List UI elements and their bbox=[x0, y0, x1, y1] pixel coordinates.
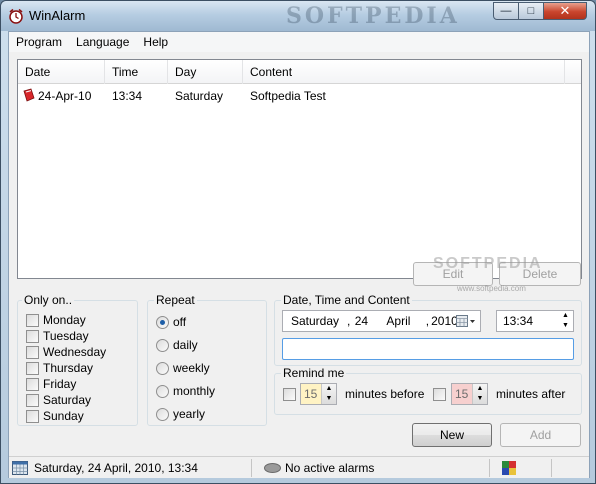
row-time: 13:34 bbox=[112, 89, 143, 103]
calendar-dropdown-icon[interactable] bbox=[456, 315, 476, 328]
remind-after-spinner[interactable]: ▲ ▼ bbox=[472, 384, 487, 404]
app-window: WinAlarm SOFTPEDIA — □ ✕ Program Languag… bbox=[0, 0, 596, 484]
status-bar: Saturday, 24 April, 2010, 13:34 No activ… bbox=[9, 456, 589, 478]
minimize-button[interactable]: — bbox=[493, 2, 519, 20]
menu-bar: Program Language Help bbox=[9, 32, 589, 52]
alarm-list[interactable]: Date Time Day Content 24-Apr-10 13:34 Sa… bbox=[17, 59, 582, 279]
repeat-radio-off[interactable]: off bbox=[156, 314, 186, 330]
alarm-clock-icon bbox=[9, 8, 23, 24]
row-day: Saturday bbox=[175, 89, 224, 103]
watermark-text: SOFTPEDIA bbox=[433, 255, 543, 272]
day-checkbox-monday[interactable]: Monday bbox=[26, 312, 86, 328]
menu-language[interactable]: Language bbox=[69, 32, 136, 52]
add-button[interactable]: Add bbox=[500, 423, 581, 447]
new-button[interactable]: New bbox=[412, 423, 492, 447]
remind-before-checkbox[interactable] bbox=[283, 386, 300, 402]
alarm-entry-icon bbox=[23, 88, 35, 102]
remind-before-spinner[interactable]: ▲ ▼ bbox=[321, 384, 336, 404]
spin-down-icon[interactable]: ▼ bbox=[326, 395, 333, 403]
remind-after-checkbox[interactable] bbox=[433, 386, 450, 402]
repeat-radio-weekly[interactable]: weekly bbox=[156, 360, 210, 376]
remind-after-value[interactable]: 15 bbox=[452, 384, 472, 404]
repeat-radio-daily[interactable]: daily bbox=[156, 337, 198, 353]
date-day: 24 bbox=[354, 314, 369, 328]
spin-up-icon[interactable]: ▲ bbox=[477, 385, 484, 393]
maximize-button[interactable]: □ bbox=[518, 2, 544, 20]
column-date[interactable]: Date bbox=[18, 60, 105, 84]
time-spinner[interactable]: ▲ ▼ bbox=[558, 311, 573, 331]
column-day[interactable]: Day bbox=[168, 60, 243, 84]
spin-up-icon[interactable]: ▲ bbox=[326, 385, 333, 393]
status-alarms: No active alarms bbox=[285, 461, 375, 475]
window-title: WinAlarm bbox=[29, 8, 86, 23]
remind-after-stepper[interactable]: 15 ▲ ▼ bbox=[451, 383, 488, 405]
table-row[interactable]: 24-Apr-10 13:34 Saturday Softpedia Test bbox=[18, 87, 581, 105]
content-field[interactable] bbox=[282, 338, 574, 360]
date-month: April bbox=[386, 314, 411, 328]
day-checkbox-saturday[interactable]: Saturday bbox=[26, 392, 91, 408]
client-area: Program Language Help Date Time Day Cont… bbox=[8, 31, 590, 478]
date-picker[interactable]: Saturday, 24 April , 2010 bbox=[282, 310, 481, 332]
date-weekday: Saturday bbox=[291, 314, 340, 328]
caption-buttons: — □ ✕ bbox=[493, 2, 587, 20]
watermark-text: SOFTPEDIA bbox=[286, 3, 460, 29]
repeat-radio-yearly[interactable]: yearly bbox=[156, 406, 205, 422]
spin-down-icon[interactable]: ▼ bbox=[477, 395, 484, 403]
alarm-list-header: Date Time Day Content bbox=[18, 60, 581, 84]
calendar-icon bbox=[12, 461, 28, 475]
alarm-status-icon bbox=[264, 463, 281, 473]
remind-before-stepper[interactable]: 15 ▲ ▼ bbox=[300, 383, 337, 405]
time-picker[interactable]: 13:34 ▲ ▼ bbox=[496, 310, 574, 332]
title-bar[interactable]: WinAlarm SOFTPEDIA — □ ✕ bbox=[1, 1, 595, 31]
repeat-group: Repeat off daily weekly monthly yearly bbox=[147, 293, 267, 426]
menu-program[interactable]: Program bbox=[9, 32, 69, 52]
remind-group: Remind me 15 ▲ ▼ minutes before 15 ▲ ▼ min… bbox=[274, 366, 582, 415]
only-on-label: Only on.. bbox=[22, 293, 75, 307]
date-time-label: Date, Time and Content bbox=[281, 293, 412, 307]
repeat-radio-monthly[interactable]: monthly bbox=[156, 383, 215, 399]
day-checkbox-sunday[interactable]: Sunday bbox=[26, 408, 84, 424]
time-value: 13:34 bbox=[503, 314, 534, 328]
remind-after-label: minutes after bbox=[496, 387, 566, 401]
only-on-group: Only on.. Monday Tuesday Wednesday Thurs… bbox=[17, 293, 138, 426]
row-content: Softpedia Test bbox=[250, 89, 326, 103]
language-flag-icon[interactable] bbox=[502, 461, 516, 475]
watermark-url: www.softpedia.com bbox=[457, 284, 526, 293]
remind-before-label: minutes before bbox=[345, 387, 425, 401]
day-checkbox-friday[interactable]: Friday bbox=[26, 376, 76, 392]
remind-before-value[interactable]: 15 bbox=[301, 384, 321, 404]
column-time[interactable]: Time bbox=[105, 60, 168, 84]
menu-help[interactable]: Help bbox=[136, 32, 175, 52]
day-checkbox-thursday[interactable]: Thursday bbox=[26, 360, 93, 376]
remind-label: Remind me bbox=[281, 366, 347, 380]
column-content[interactable]: Content bbox=[243, 60, 565, 84]
close-button[interactable]: ✕ bbox=[543, 2, 587, 20]
row-date: 24-Apr-10 bbox=[38, 89, 92, 103]
repeat-label: Repeat bbox=[154, 293, 197, 307]
spin-up-icon[interactable]: ▲ bbox=[562, 312, 569, 320]
spin-down-icon[interactable]: ▼ bbox=[562, 322, 569, 330]
day-checkbox-tuesday[interactable]: Tuesday bbox=[26, 328, 89, 344]
day-checkbox-wednesday[interactable]: Wednesday bbox=[26, 344, 106, 360]
status-datetime: Saturday, 24 April, 2010, 13:34 bbox=[34, 461, 198, 475]
date-time-group: Date, Time and Content Saturday, 24 Apri… bbox=[274, 293, 582, 366]
date-year: 2010 bbox=[431, 314, 458, 328]
